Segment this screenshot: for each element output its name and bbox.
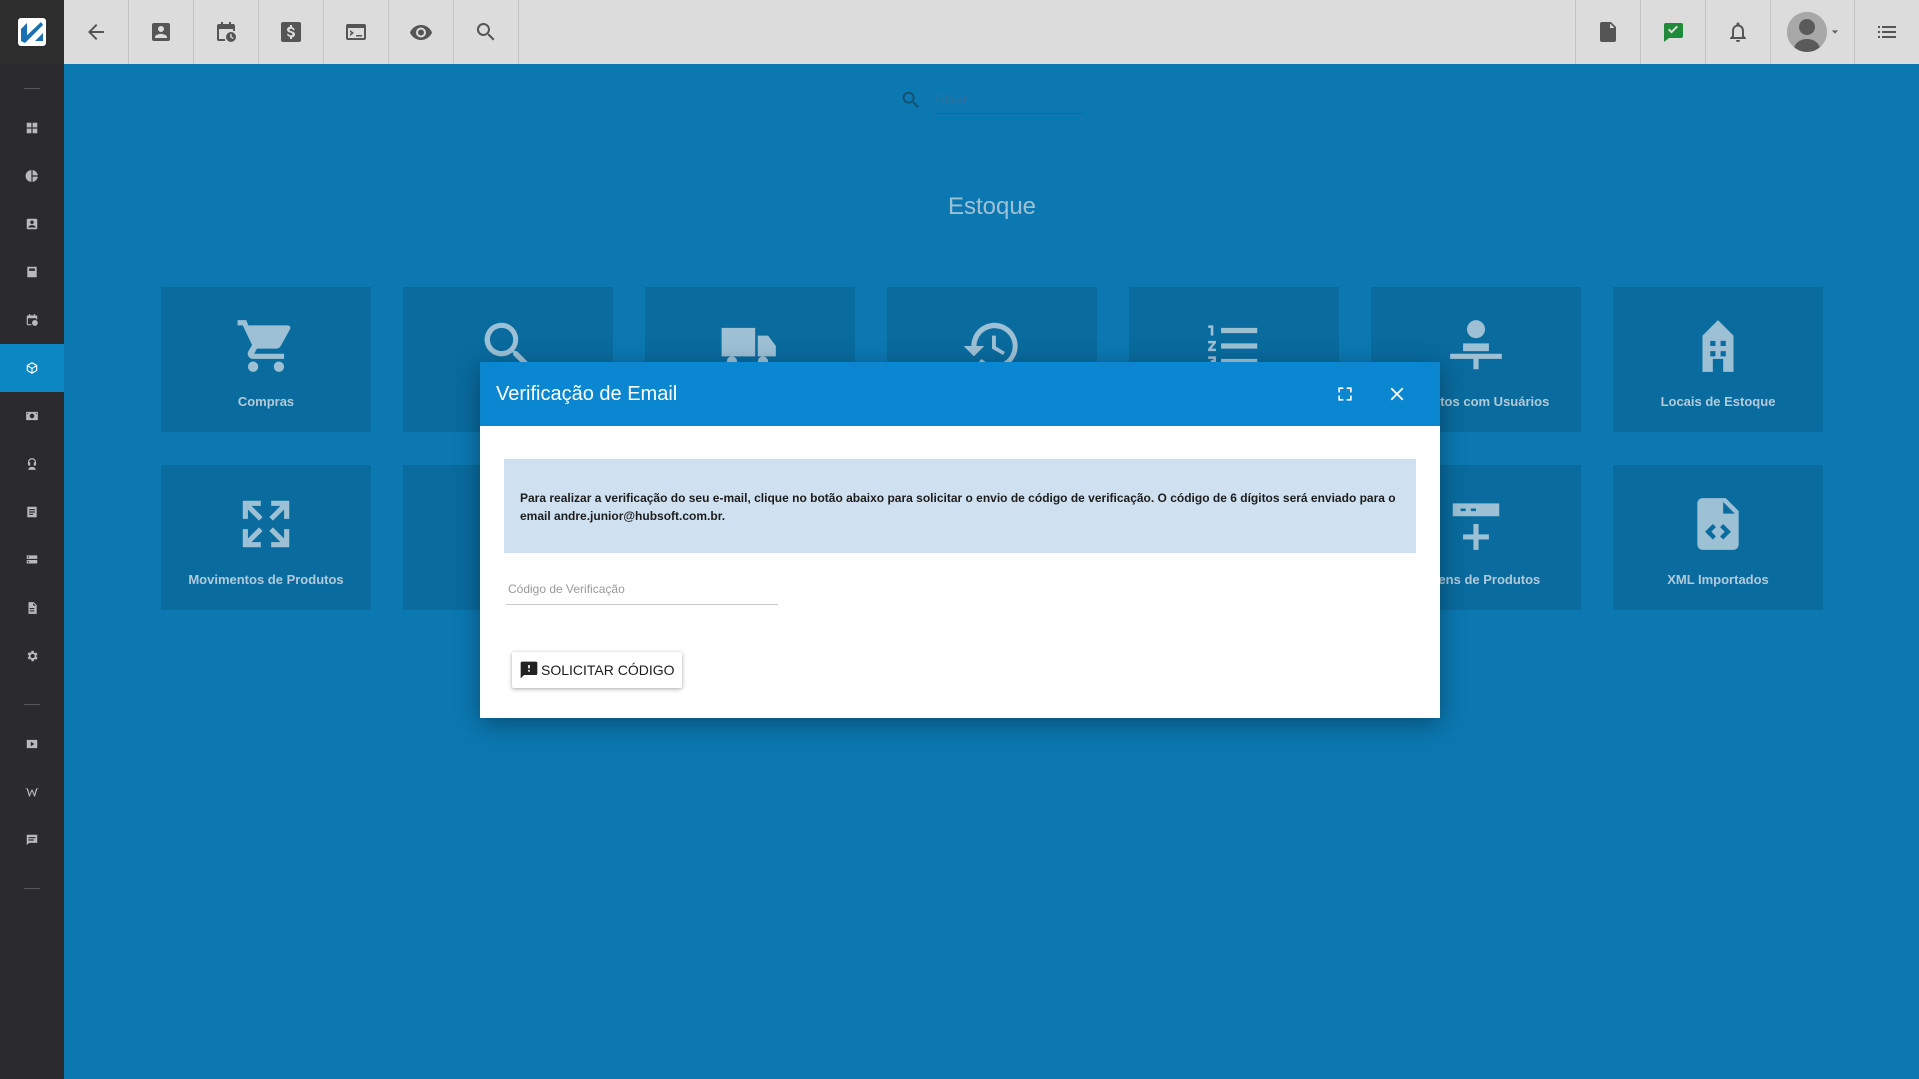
email-verification-dialog: Verificação de Email Para realizar a ver… [480,362,1440,718]
terminal-button[interactable] [324,0,389,64]
sidebar-divider [24,888,40,889]
finance-button[interactable] [259,0,324,64]
app-logo[interactable] [0,0,64,64]
notifications-button[interactable] [1705,0,1770,64]
schedule-button[interactable] [194,0,259,64]
menu-list-button[interactable] [1854,0,1919,64]
sidebar-item-network[interactable] [0,536,64,584]
avatar [1786,12,1827,52]
eye-icon [410,25,432,40]
verification-code-input[interactable] [506,573,778,604]
check-message-icon [1663,23,1683,42]
sidebar-item-chat[interactable] [0,816,64,864]
calendar-clock-icon [26,314,38,326]
support-agent-icon [27,458,37,470]
chat-icon [26,834,38,846]
search-button[interactable] [454,0,519,64]
pdf-icon [1600,22,1616,42]
pie-chart-icon [25,170,38,182]
back-arrow-icon [88,24,104,40]
file-icon [28,602,37,614]
sidebar-item-videos[interactable] [0,720,64,768]
sidebar-item-contracts[interactable] [0,248,64,296]
user-silhouette-icon [1786,12,1827,52]
money-icon [26,411,38,421]
user-menu[interactable] [1770,0,1854,64]
contacts-button[interactable] [129,0,194,64]
gear-icon [27,650,38,662]
calendar-clock-icon [217,22,236,42]
sidebar-item-finance[interactable] [0,392,64,440]
wiki-icon [25,788,39,797]
close-button[interactable] [1383,380,1411,408]
sidebar-divider [24,704,40,705]
sidebar-item-dashboard[interactable] [0,104,64,152]
bell-icon [1730,22,1746,42]
search-icon [476,23,495,41]
book-icon [27,266,37,278]
pdf-button[interactable] [1575,0,1640,64]
dollar-icon [281,22,301,42]
request-code-button[interactable]: SOLICITAR CÓDIGO [512,652,682,688]
tasks-button[interactable] [1640,0,1705,64]
sidebar-item-schedule[interactable] [0,296,64,344]
server-icon [26,555,38,564]
request-code-label: SOLICITAR CÓDIGO [541,662,675,678]
grid-icon [26,122,38,134]
logo-icon [18,18,46,46]
sidebar-item-stock[interactable] [0,344,64,392]
list-menu-icon [1878,26,1896,38]
close-icon [1390,387,1404,401]
cube-icon [26,362,38,374]
sidebar-item-support[interactable] [0,440,64,488]
fullscreen-button[interactable] [1331,380,1359,408]
sidebar-item-files[interactable] [0,584,64,632]
dialog-header: Verificação de Email [480,362,1440,426]
view-button[interactable] [389,0,454,64]
feedback-icon [520,661,538,679]
dialog-title: Verificação de Email [496,382,678,405]
verification-code-field [506,573,778,605]
fullscreen-icon [1338,387,1352,401]
document-icon [27,506,37,518]
terminal-icon [346,24,366,40]
sidebar-item-settings[interactable] [0,632,64,680]
back-button[interactable] [64,0,129,64]
top-bar [0,0,1919,64]
sidebar-item-documents[interactable] [0,488,64,536]
contact-card-icon [152,23,170,41]
sidebar-item-wiki[interactable] [0,768,64,816]
sidebar-divider [24,88,40,89]
chevron-down-icon [1831,30,1838,34]
video-icon [26,739,38,749]
info-message: Para realizar a verificação do seu e-mai… [504,459,1416,553]
